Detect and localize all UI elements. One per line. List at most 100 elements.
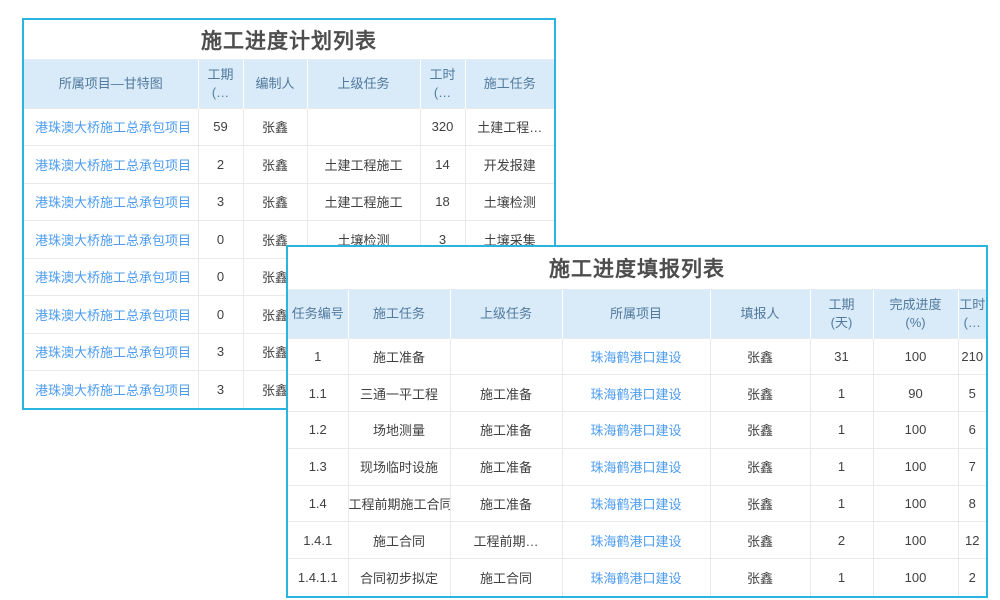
progress-cell: 100	[873, 522, 958, 559]
duration-cell: 0	[198, 296, 243, 334]
report-table-row: 1.2 场地测量 施工准备 珠海鹤港口建设 张鑫 1 100 6	[288, 412, 986, 449]
report-table-row: 1.4.1 施工合同 工程前期… 珠海鹤港口建设 张鑫 2 100 12	[288, 522, 986, 559]
author-cell: 张鑫	[243, 146, 307, 184]
task-cell: 施工合同	[348, 522, 450, 559]
progress-cell: 100	[873, 448, 958, 485]
task-id-cell: 1.4.1	[288, 522, 348, 559]
col-header-task-id: 任务编号	[288, 290, 348, 338]
task-cell: 合同初步拟定	[348, 559, 450, 596]
report-table-row: 1.4.1.1 合同初步拟定 施工合同 珠海鹤港口建设 张鑫 1 100 2	[288, 559, 986, 596]
duration-cell: 1	[810, 559, 873, 596]
plan-table-title: 施工进度计划列表	[24, 20, 554, 60]
report-table-row: 1.3 现场临时设施 施工准备 珠海鹤港口建设 张鑫 1 100 7	[288, 448, 986, 485]
duration-cell: 3	[198, 183, 243, 221]
reporter-cell: 张鑫	[710, 375, 810, 412]
plan-header-row: 所属项目—甘特图 工期 (… 编制人 上级任务 工时 (… 施工任务	[24, 60, 554, 108]
col-header-author: 编制人	[243, 60, 307, 108]
hours-cell: 12	[958, 522, 986, 559]
project-link[interactable]: 珠海鹤港口建设	[562, 375, 710, 412]
project-link[interactable]: 珠海鹤港口建设	[562, 412, 710, 449]
reporter-cell: 张鑫	[710, 485, 810, 522]
report-table-body: 1 施工准备 珠海鹤港口建设 张鑫 31 100 210 1.1 三通一平工程 …	[288, 338, 986, 596]
duration-cell: 59	[198, 108, 243, 146]
project-link[interactable]: 珠海鹤港口建设	[562, 485, 710, 522]
task-id-cell: 1.4.1.1	[288, 559, 348, 596]
duration-cell: 2	[198, 146, 243, 184]
project-link[interactable]: 港珠澳大桥施工总承包项目	[24, 371, 198, 409]
duration-cell: 1	[810, 485, 873, 522]
parent-task-cell: 土建工程施工	[307, 183, 420, 221]
project-link[interactable]: 港珠澳大桥施工总承包项目	[24, 258, 198, 296]
project-link[interactable]: 珠海鹤港口建设	[562, 522, 710, 559]
progress-cell: 100	[873, 412, 958, 449]
task-cell: 现场临时设施	[348, 448, 450, 485]
duration-cell: 0	[198, 258, 243, 296]
task-id-cell: 1.2	[288, 412, 348, 449]
reporter-cell: 张鑫	[710, 338, 810, 375]
project-link[interactable]: 港珠澳大桥施工总承包项目	[24, 221, 198, 259]
hours-cell: 8	[958, 485, 986, 522]
plan-table-row: 港珠澳大桥施工总承包项目 59 张鑫 320 土建工程…	[24, 108, 554, 146]
plan-table-row: 港珠澳大桥施工总承包项目 2 张鑫 土建工程施工 14 开发报建	[24, 146, 554, 184]
author-cell: 张鑫	[243, 183, 307, 221]
task-cell: 土壤检测	[465, 183, 554, 221]
task-cell: 工程前期施工合同	[348, 485, 450, 522]
task-id-cell: 1	[288, 338, 348, 375]
hours-cell: 210	[958, 338, 986, 375]
hours-cell: 7	[958, 448, 986, 485]
col-header-task: 施工任务	[465, 60, 554, 108]
parent-task-cell: 施工准备	[450, 448, 562, 485]
task-cell: 三通一平工程	[348, 375, 450, 412]
col-header-duration-days: 工期 (天)	[810, 290, 873, 338]
hours-cell: 5	[958, 375, 986, 412]
progress-cell: 90	[873, 375, 958, 412]
task-id-cell: 1.4	[288, 485, 348, 522]
task-id-cell: 1.3	[288, 448, 348, 485]
col-header-duration: 工期 (…	[198, 60, 243, 108]
project-link[interactable]: 港珠澳大桥施工总承包项目	[24, 296, 198, 334]
project-link[interactable]: 港珠澳大桥施工总承包项目	[24, 108, 198, 146]
progress-cell: 100	[873, 485, 958, 522]
duration-cell: 2	[810, 522, 873, 559]
parent-task-cell	[307, 108, 420, 146]
col-header-parent-task: 上级任务	[450, 290, 562, 338]
duration-cell: 3	[198, 371, 243, 409]
reporter-cell: 张鑫	[710, 448, 810, 485]
project-link[interactable]: 珠海鹤港口建设	[562, 559, 710, 596]
report-table: 任务编号 施工任务 上级任务 所属项目 填报人 工期 (天) 完成进度 (%) …	[288, 290, 986, 596]
report-table-row: 1.1 三通一平工程 施工准备 珠海鹤港口建设 张鑫 1 90 5	[288, 375, 986, 412]
report-table-card: 施工进度填报列表 任务编号 施工任务 上级任务 所属项目 填报人 工期 (天) …	[286, 245, 988, 598]
hours-cell: 18	[420, 183, 465, 221]
parent-task-cell: 土建工程施工	[307, 146, 420, 184]
report-table-title: 施工进度填报列表	[288, 247, 986, 290]
project-link[interactable]: 港珠澳大桥施工总承包项目	[24, 146, 198, 184]
duration-cell: 1	[810, 375, 873, 412]
project-link[interactable]: 港珠澳大桥施工总承包项目	[24, 183, 198, 221]
parent-task-cell: 施工准备	[450, 412, 562, 449]
task-cell: 土建工程…	[465, 108, 554, 146]
col-header-progress-pct: 完成进度 (%)	[873, 290, 958, 338]
col-header-project: 所属项目	[562, 290, 710, 338]
parent-task-cell: 工程前期…	[450, 522, 562, 559]
progress-cell: 100	[873, 559, 958, 596]
hours-cell: 6	[958, 412, 986, 449]
task-id-cell: 1.1	[288, 375, 348, 412]
col-header-hours: 工时 (…	[958, 290, 986, 338]
duration-cell: 1	[810, 412, 873, 449]
report-table-head: 任务编号 施工任务 上级任务 所属项目 填报人 工期 (天) 完成进度 (%) …	[288, 290, 986, 338]
project-link[interactable]: 港珠澳大桥施工总承包项目	[24, 333, 198, 371]
project-link[interactable]: 珠海鹤港口建设	[562, 448, 710, 485]
col-header-reporter: 填报人	[710, 290, 810, 338]
col-header-project-gantt: 所属项目—甘特图	[24, 60, 198, 108]
parent-task-cell: 施工合同	[450, 559, 562, 596]
author-cell: 张鑫	[243, 108, 307, 146]
plan-table-row: 港珠澳大桥施工总承包项目 3 张鑫 土建工程施工 18 土壤检测	[24, 183, 554, 221]
project-link[interactable]: 珠海鹤港口建设	[562, 338, 710, 375]
hours-cell: 14	[420, 146, 465, 184]
parent-task-cell	[450, 338, 562, 375]
duration-cell: 1	[810, 448, 873, 485]
report-table-row: 1 施工准备 珠海鹤港口建设 张鑫 31 100 210	[288, 338, 986, 375]
screen: { "plan_table": { "title": "施工进度计划列表", "…	[0, 0, 1000, 600]
duration-cell: 3	[198, 333, 243, 371]
report-header-row: 任务编号 施工任务 上级任务 所属项目 填报人 工期 (天) 完成进度 (%) …	[288, 290, 986, 338]
